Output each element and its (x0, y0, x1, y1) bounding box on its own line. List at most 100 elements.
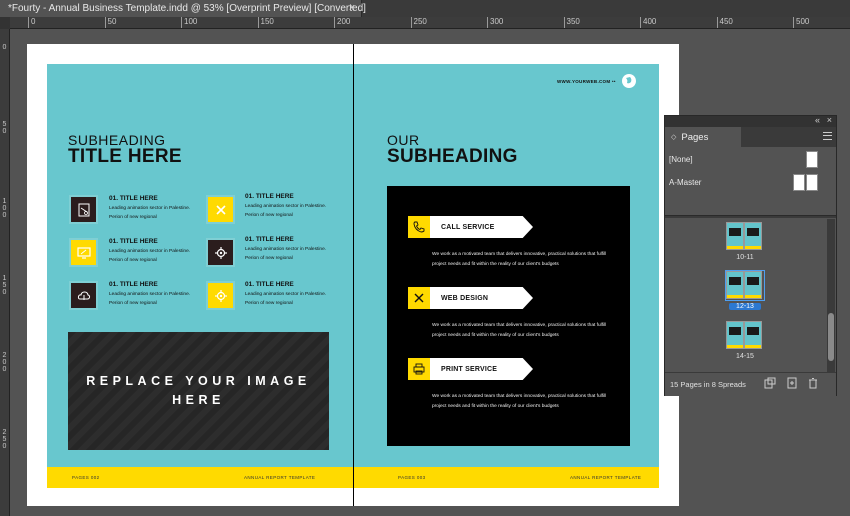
spread-spine (353, 44, 354, 506)
service-label-text: CALL SERVICE (441, 223, 495, 231)
image-placeholder-text: REPLACE YOUR IMAGE HERE (86, 374, 311, 407)
spread-label[interactable]: 10-11 (725, 254, 765, 261)
service-description: We work as a motivated team that deliver… (432, 323, 607, 338)
pages-panel: « × ◇ Pages [None] A-Master 10-11 12-13 … (664, 115, 837, 396)
ruler-tick-label: 0 (28, 17, 35, 28)
footer-report-title: ANNUAL REPORT TEMPLATE (570, 475, 642, 480)
panel-divider[interactable] (665, 215, 836, 218)
service-icon-tile[interactable] (408, 287, 430, 309)
service-icon-tile[interactable] (408, 216, 430, 238)
footer-page-number: PAGES 002 (72, 475, 100, 480)
feature-title: 01. TITLE HERE (245, 193, 294, 200)
ruler-tick-label: 50 (2, 121, 7, 135)
document-tab-title: *Fourty - Annual Business Template.indd … (8, 3, 366, 14)
master-thumbnail[interactable] (806, 151, 818, 168)
image-placeholder-frame[interactable]: REPLACE YOUR IMAGE HERE (68, 332, 329, 450)
service-label[interactable]: PRINT SERVICE (430, 358, 533, 380)
pages-status: 15 Pages in 8 Spreads (670, 380, 746, 389)
panel-title-bar[interactable]: « × (665, 115, 836, 127)
tab-pages-label: Pages (681, 131, 709, 143)
master-none[interactable]: [None] (665, 149, 836, 171)
footer-report-title: ANNUAL REPORT TEMPLATE (244, 475, 316, 480)
tab-pages[interactable]: ◇ Pages (665, 127, 741, 147)
spread-thumbnail[interactable] (726, 222, 764, 252)
feature-text: Leading animation sector in Palestine. P… (109, 292, 191, 306)
spread-label-selected[interactable]: 12-13 (729, 303, 761, 310)
scrollbar-thumb[interactable] (828, 313, 834, 361)
feature-text: Leading animation sector in Palestine. P… (109, 206, 191, 220)
close-icon[interactable]: × (827, 115, 832, 125)
new-page-icon[interactable] (785, 377, 799, 391)
ruler-tick-label: 400 (640, 17, 656, 28)
master-a[interactable]: A-Master (665, 172, 836, 194)
ruler-tick-label: 200 (2, 352, 7, 373)
feature-title: 01. TITLE HERE (109, 195, 158, 202)
feature-title: 01. TITLE HERE (245, 281, 294, 288)
left-page-footer[interactable]: PAGES 002 ANNUAL REPORT TEMPLATE (47, 467, 354, 488)
page-thumbnail[interactable] (726, 222, 744, 250)
feature-text: Leading animation sector in Palestine. P… (245, 292, 327, 306)
page-thumbnail[interactable] (744, 321, 762, 349)
ruler-tick-label: 100 (181, 17, 197, 28)
page-thumbnail[interactable] (744, 271, 762, 299)
web-url[interactable]: WWW.YOURWEB.COM •• (557, 79, 616, 84)
right-page-footer[interactable]: PAGES 003 ANNUAL REPORT TEMPLATE (354, 467, 659, 488)
feature-icon-tile[interactable] (69, 195, 98, 224)
monitor-icon (76, 246, 91, 259)
footer-page-number: PAGES 003 (398, 475, 426, 480)
feature-icon-tile[interactable] (69, 281, 98, 310)
feature-text: Leading animation sector in Palestine. P… (245, 247, 327, 261)
close-icon[interactable]: × (349, 2, 355, 14)
panel-tab-row: ◇ Pages (665, 127, 836, 147)
spread-thumbnail-selected[interactable] (726, 271, 764, 301)
vertical-ruler[interactable]: 0 50 100 150 200 250 (0, 29, 10, 516)
feature-icon-tile[interactable] (69, 238, 98, 267)
document-tab[interactable]: *Fourty - Annual Business Template.indd … (0, 0, 366, 17)
panel-menu-icon[interactable] (823, 132, 832, 140)
feature-title: 01. TITLE HERE (245, 236, 294, 243)
ruler-tick-label: 500 (793, 17, 809, 28)
spread-thumbnail[interactable] (726, 321, 764, 351)
feature-icon-tile[interactable] (206, 238, 235, 267)
feature-text: Leading animation sector in Palestine. P… (109, 249, 191, 263)
service-description: We work as a motivated team that deliver… (432, 252, 607, 267)
document-tab-bar: *Fourty - Annual Business Template.indd … (0, 0, 850, 17)
service-label[interactable]: WEB DESIGN (430, 287, 533, 309)
pages-scrollbar[interactable] (827, 219, 835, 372)
ruler-tick-label: 250 (2, 429, 7, 450)
ruler-tick-label: 50 (104, 17, 116, 28)
feature-icon-tile[interactable] (206, 195, 235, 224)
ruler-tick-label: 350 (563, 17, 580, 28)
ruler-tick-label: 250 (410, 17, 427, 28)
master-thumbnail-left[interactable] (793, 174, 805, 191)
feature-title: 01. TITLE HERE (109, 281, 158, 288)
page-thumbnail[interactable] (744, 222, 762, 250)
panel-footer: 15 Pages in 8 Spreads (665, 372, 836, 396)
horizontal-ruler[interactable]: 0 50 100 150 200 250 300 350 400 450 500 (10, 17, 850, 29)
service-label[interactable]: CALL SERVICE (430, 216, 533, 238)
gear-icon (214, 289, 227, 302)
service-icon-tile[interactable] (408, 358, 430, 380)
master-label: A-Master (669, 178, 702, 187)
trash-icon[interactable] (806, 377, 820, 391)
feature-text: Leading animation sector in Palestine. P… (245, 204, 327, 218)
page-thumbnail[interactable] (726, 271, 744, 299)
spread-label[interactable]: 14-15 (725, 353, 765, 360)
globe-icon (622, 74, 636, 88)
right-title[interactable]: SUBHEADING (387, 146, 518, 168)
edit-page-size-icon[interactable] (763, 377, 777, 391)
master-label: [None] (669, 155, 693, 164)
page-thumbnail[interactable] (726, 321, 744, 349)
ruler-origin[interactable] (0, 17, 10, 29)
tools-icon (414, 293, 424, 303)
master-thumbnail-right[interactable] (806, 174, 818, 191)
left-title[interactable]: TITLE HERE (68, 146, 182, 168)
phone-icon (413, 221, 425, 233)
indesign-workspace: *Fourty - Annual Business Template.indd … (0, 0, 850, 516)
cloud-icon (77, 290, 90, 300)
collapse-icon[interactable]: « (815, 115, 820, 125)
ruler-tick-label: 450 (716, 17, 733, 28)
feature-icon-tile[interactable] (206, 281, 235, 310)
feature-title: 01. TITLE HERE (109, 238, 158, 245)
expand-toggle-icon[interactable]: ◇ (671, 133, 676, 141)
